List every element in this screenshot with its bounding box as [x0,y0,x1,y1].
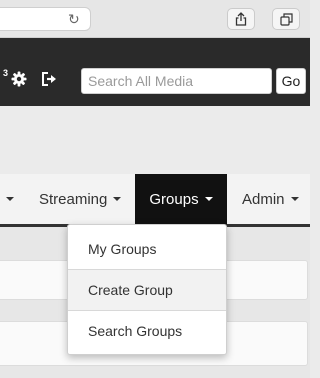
nav-item-label: Admin [242,190,285,208]
menu-item-my-groups[interactable]: My Groups [68,229,226,269]
address-bar[interactable]: ↻ [0,7,91,31]
nav-item-label: Groups [149,190,199,208]
nav-item-previous[interactable] [0,174,14,224]
nav-item-groups[interactable]: Groups [135,174,227,224]
menu-item-label: Create Group [88,282,173,298]
browser-toolbar: ↻ [0,0,310,38]
chevron-down-icon [6,197,14,201]
groups-dropdown-menu: My Groups Create Group Search Groups [67,224,227,355]
share-button[interactable] [227,8,255,30]
tabs-icon [279,12,293,26]
menu-item-search-groups[interactable]: Search Groups [68,311,226,351]
nav-item-streaming[interactable]: Streaming [39,174,122,224]
nav-item-admin[interactable]: Admin [242,174,299,224]
chevron-down-icon [113,197,122,201]
nav-item-label: Streaming [39,190,108,208]
sign-out-icon[interactable] [41,71,58,87]
chevron-down-icon [204,197,213,201]
tabs-button[interactable] [272,8,300,30]
site-header: 3 Go [0,38,310,106]
reload-icon[interactable]: ↻ [68,12,82,26]
share-icon [235,12,247,26]
menu-item-label: My Groups [88,241,157,257]
chevron-down-icon [290,197,299,201]
gear-icon[interactable] [11,71,27,87]
notification-count: 3 [3,68,9,78]
search-input[interactable] [81,68,272,94]
search-go-button[interactable]: Go [276,68,306,94]
main-nav: Streaming Groups Admin [0,174,310,227]
menu-item-label: Search Groups [88,323,183,339]
menu-item-create-group[interactable]: Create Group [68,270,226,310]
